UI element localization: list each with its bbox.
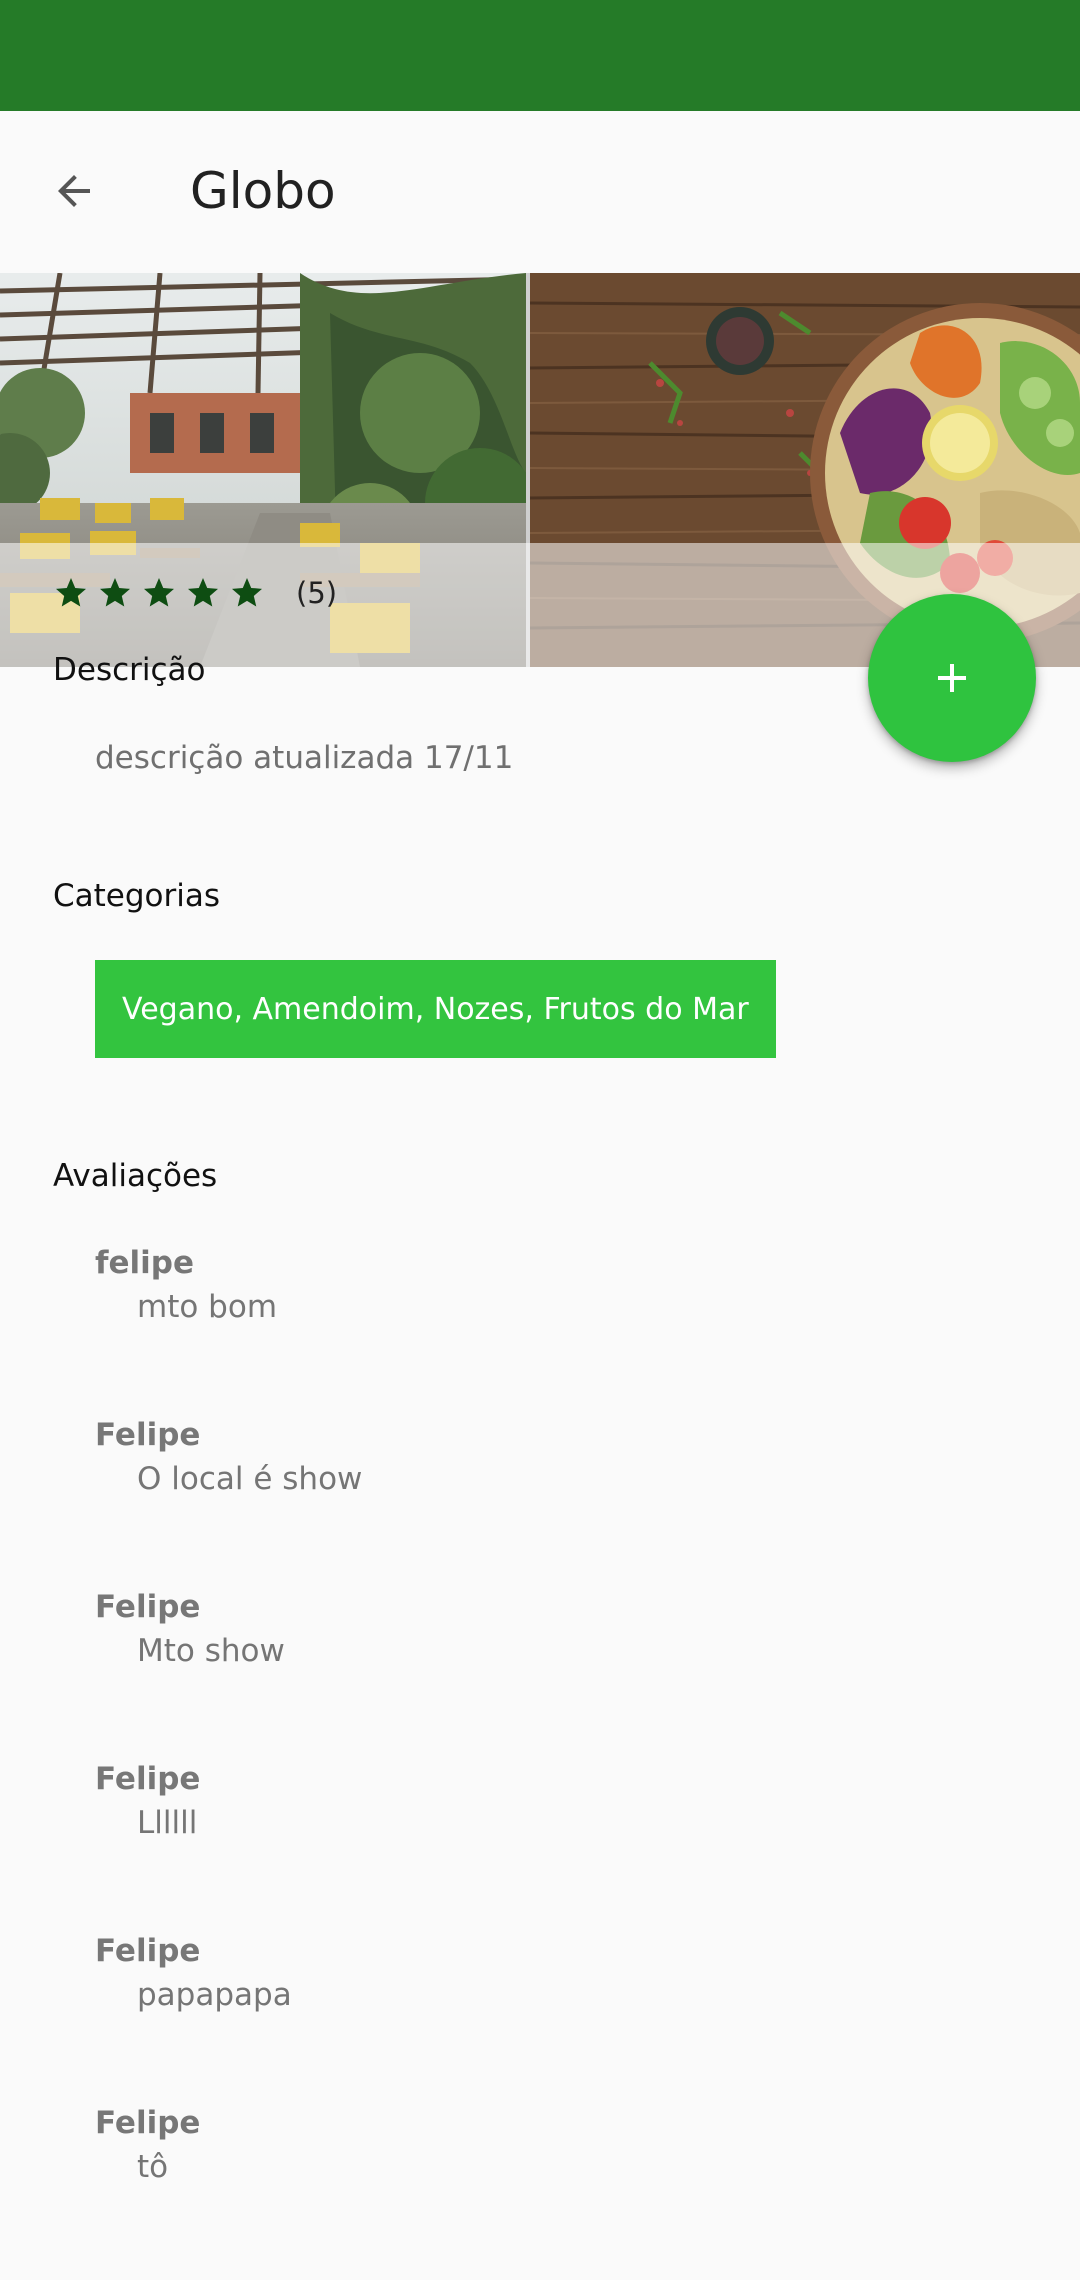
app-bar: Globo [0,111,1080,273]
star-icon [144,578,174,607]
star-icon [56,578,86,607]
description-title: Descrição [53,652,206,688]
star-icon [232,578,262,607]
review-author: felipe [95,1245,194,1281]
review-text: O local é show [137,1461,363,1497]
plus-icon [938,664,966,692]
review-item: felipe mto bom [95,1242,995,1328]
add-review-button[interactable] [868,594,1036,762]
review-item: Felipe tô [95,2102,995,2188]
rating-stars: (5) [52,575,337,611]
rating-count: (5) [296,576,338,610]
review-text: tô [137,2149,169,2185]
arrow-back-icon [58,175,90,207]
review-text: Llllll [137,1805,198,1841]
review-text: papapapa [137,1977,292,2013]
star-icon [100,578,130,607]
review-text: mto bom [137,1289,278,1325]
review-text: Mto show [137,1633,285,1669]
review-author: Felipe [95,2105,201,2141]
review-item: Felipe Llllll [95,1758,995,1844]
category-chip[interactable]: Vegano, Amendoim, Nozes, Frutos do Mar [95,960,776,1058]
review-author: Felipe [95,1933,201,1969]
review-item: Felipe Mto show [95,1586,995,1672]
reviews-title: Avaliações [53,1158,218,1194]
back-button[interactable] [30,147,118,235]
review-author: Felipe [95,1589,201,1625]
status-bar [0,0,1080,111]
star-icon [188,578,218,607]
review-author: Felipe [95,1417,201,1453]
description-text: descrição atualizada 17/11 [95,740,514,776]
categories-title: Categorias [53,878,221,914]
page-title: Globo [190,162,336,220]
review-item: Felipe O local é show [95,1414,995,1500]
review-author: Felipe [95,1761,201,1797]
review-item: Felipe papapapa [95,1930,995,2016]
